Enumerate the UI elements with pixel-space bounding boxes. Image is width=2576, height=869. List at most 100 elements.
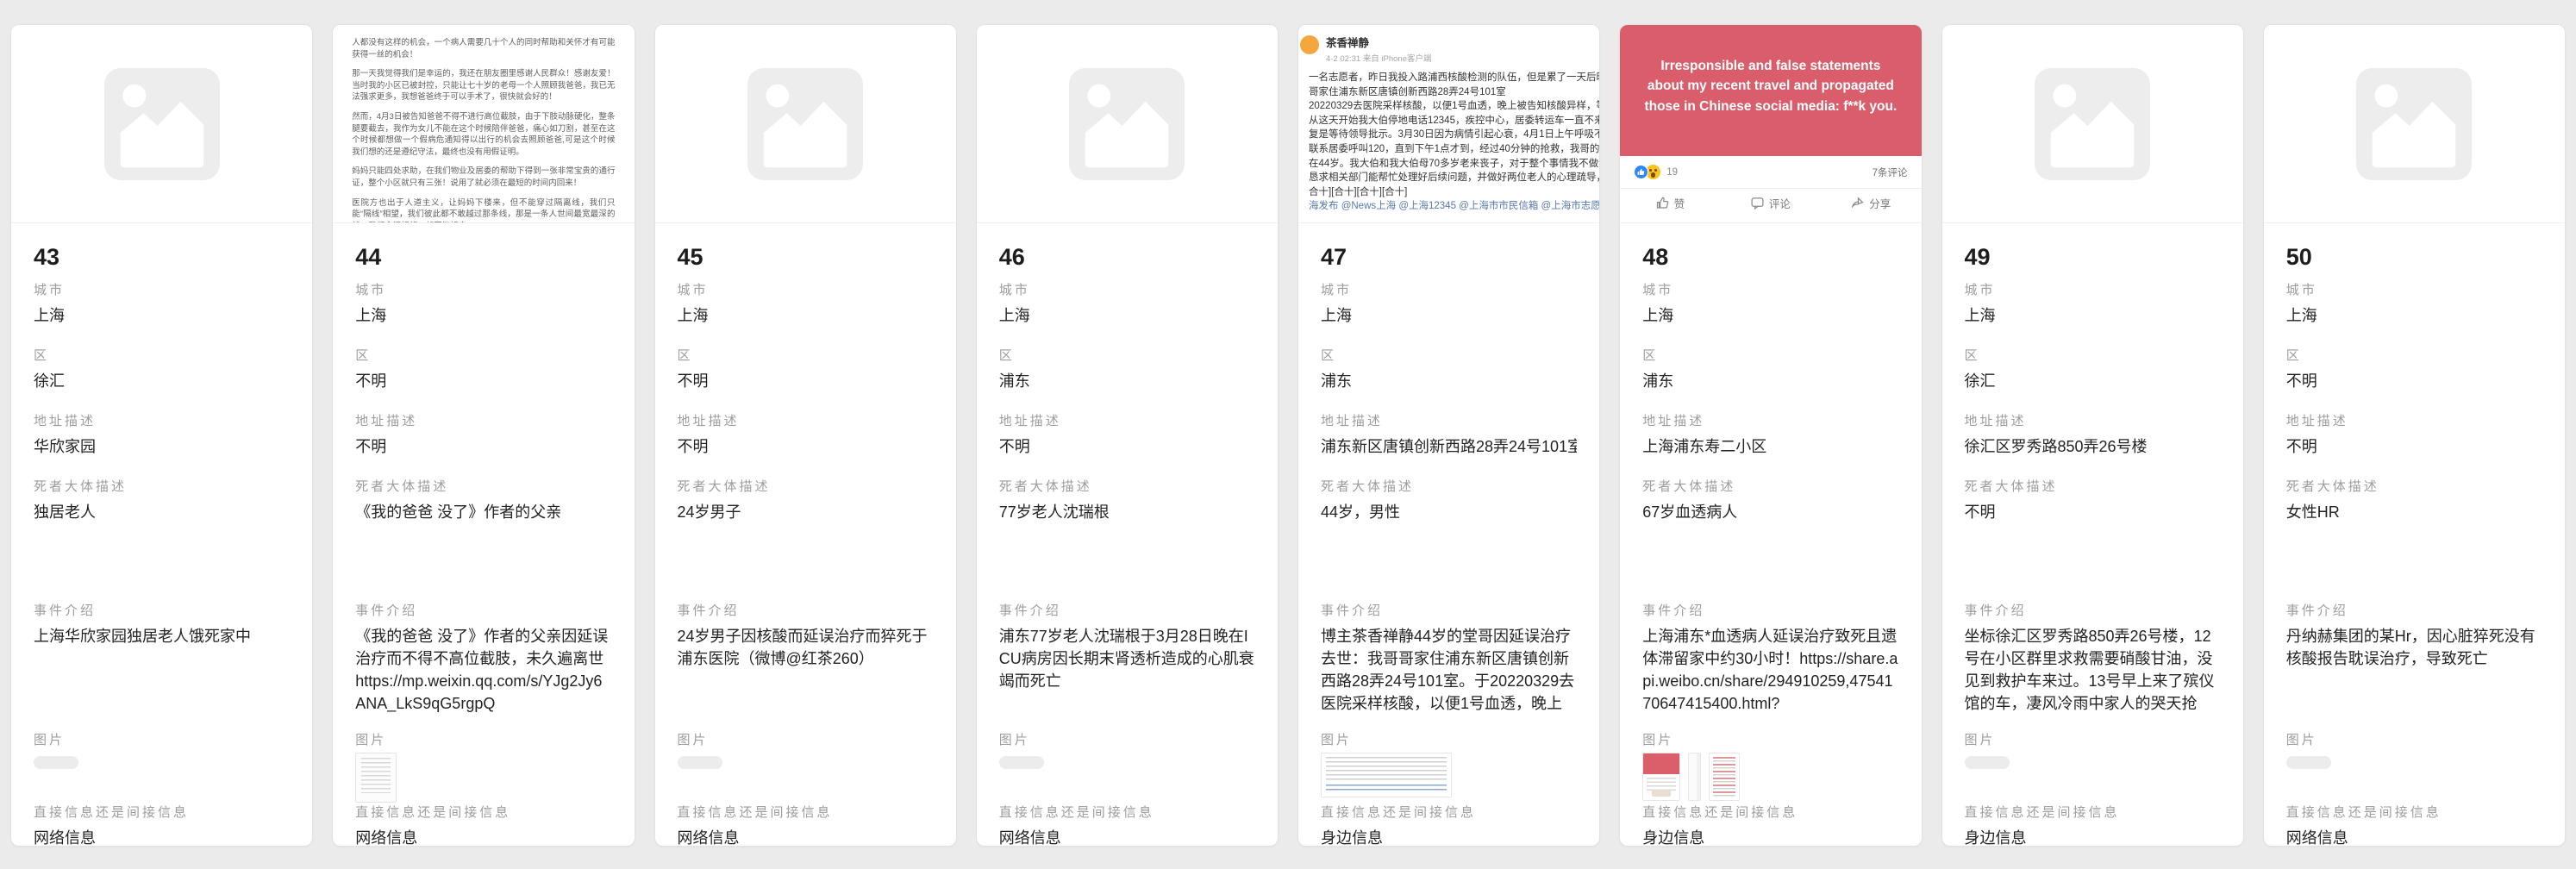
card-fields: 49 城市 上海 区 徐汇 地址描述 徐汇区罗秀路850弄26号楼 死者大体描述… [1942,223,2243,847]
field-label-district: 区 [678,346,934,364]
weibo-text-line: 合十][合十][合十][合十] [1309,185,1599,200]
record-card[interactable]: Irresponsible and false statements about… [1619,24,1922,847]
card-cover: 茶香禅静 4-2 02:31 来自 iPhone客户端 一名志愿者，昨日我投入路… [1298,25,1599,223]
field-label-deceased: 死者大体描述 [1642,477,1898,495]
field-value-address: 华欣家园 [34,435,290,458]
field-label-deceased: 死者大体描述 [355,477,611,495]
field-label-deceased: 死者大体描述 [999,477,1255,495]
thumbnail-pill [2286,756,2331,769]
attachment-thumbnail[interactable] [34,753,290,804]
weibo-screenshot: 茶香禅静 4-2 02:31 来自 iPhone客户端 一名志愿者，昨日我投入路… [1298,25,1599,222]
field-label-direct: 直接信息还是间接信息 [34,803,290,821]
avatar [1300,35,1319,54]
field-label-direct: 直接信息还是间接信息 [355,803,611,821]
field-value-city: 上海 [1321,304,1577,327]
image-placeholder [11,25,312,222]
field-label-address: 地址描述 [678,411,934,429]
field-label-event: 事件介绍 [999,601,1255,619]
attachment-thumbnail[interactable] [2286,753,2542,804]
image-placeholder-icon [1069,68,1185,180]
card-number: 50 [2286,244,2542,271]
article-paragraph: 然而，4月3日被告知爸爸不得不进行高位截肢，由于下肢动脉硬化，整条腿要截去，我作… [352,111,615,158]
record-card[interactable]: 50 城市 上海 区 不明 地址描述 不明 死者大体描述 女性HR 事件介绍 丹… [2263,24,2566,847]
weibo-text-line: 复是等待领导批示。3月30日因为病情引起心衰，4月1日上午呼吸不畅， [1309,128,1599,142]
field-label-deceased: 死者大体描述 [1321,477,1577,495]
card-cover [1942,25,2243,223]
attachment-thumbnail[interactable] [355,753,611,804]
attachment-thumbnail[interactable] [1642,753,1898,804]
field-value-deceased: 44岁，男性 [1321,501,1577,523]
card-number: 43 [34,244,290,271]
field-value-deceased: 女性HR [2286,501,2542,523]
record-card[interactable]: 茶香禅静 4-2 02:31 来自 iPhone客户端 一名志愿者，昨日我投入路… [1297,24,1600,847]
thumbnail-screenshot [1321,753,1452,797]
field-value-city: 上海 [1965,304,2221,327]
attachment-thumbnail[interactable] [1321,753,1577,804]
card-cover: Irresponsible and false statements about… [1620,25,1921,223]
field-label-event: 事件介绍 [34,601,290,619]
card-fields: 45 城市 上海 区 不明 地址描述 不明 死者大体描述 24岁男子 事件介绍 … [655,223,956,847]
field-value-deceased: 67岁血透病人 [1642,501,1898,523]
weibo-timestamp: 4-2 02:31 来自 iPhone客户端 [1326,52,1432,64]
field-label-deceased: 死者大体描述 [34,477,290,495]
field-value-address: 不明 [999,435,1255,458]
thumbnail-narrow-doc [1688,753,1701,801]
records-board: 43 城市 上海 区 徐汇 地址描述 华欣家园 死者大体描述 独居老人 事件介绍… [0,0,2576,869]
attachment-thumbnail[interactable] [678,753,934,804]
attachment-thumbnail[interactable] [999,753,1255,804]
card-number: 45 [678,244,934,271]
field-value-deceased: 独居老人 [34,501,290,523]
field-label-district: 区 [34,346,290,364]
attachment-thumbnail[interactable] [1965,753,2221,804]
field-value-district: 浦东 [1642,370,1898,392]
image-placeholder-icon [104,68,220,180]
field-value-direct: 网络信息 [678,827,934,847]
field-label-image: 图片 [34,730,290,748]
field-label-address: 地址描述 [1965,411,2221,429]
comment-count: 7条评论 [1873,166,1908,179]
field-label-district: 区 [2286,346,2542,364]
record-card[interactable]: 46 城市 上海 区 浦东 地址描述 不明 死者大体描述 77岁老人沈瑞根 事件… [976,24,1279,847]
field-value-direct: 网络信息 [355,827,611,847]
field-label-image: 图片 [1642,730,1898,748]
field-value-deceased: 24岁男子 [678,501,934,523]
card-number: 48 [1642,244,1898,271]
social-post-screenshot: Irresponsible and false statements about… [1620,25,1921,222]
field-label-direct: 直接信息还是间接信息 [1321,803,1577,821]
record-card[interactable]: 43 城市 上海 区 徐汇 地址描述 华欣家园 死者大体描述 独居老人 事件介绍… [10,24,313,847]
post-text: Irresponsible and false statements about… [1641,56,1900,117]
field-value-district: 不明 [678,370,934,392]
field-value-district: 浦东 [1321,370,1577,392]
article-paragraph: 医院方也出于人道主义，让妈妈下楼来，但不能穿过隔离线，我们只能“隔线”相望，我们… [352,197,615,222]
record-card[interactable]: 49 城市 上海 区 徐汇 地址描述 徐汇区罗秀路850弄26号楼 死者大体描述… [1941,24,2244,847]
field-value-district: 不明 [2286,370,2542,392]
card-fields: 43 城市 上海 区 徐汇 地址描述 华欣家园 死者大体描述 独居老人 事件介绍… [11,223,312,847]
field-label-address: 地址描述 [34,411,290,429]
field-label-district: 区 [355,346,611,364]
image-placeholder-icon [2356,68,2472,180]
field-value-deceased: 《我的爸爸 没了》作者的父亲 [355,501,611,523]
thumbnail-red-post [1642,753,1680,801]
field-value-direct: 身边信息 [1321,827,1577,847]
field-value-district: 徐汇 [34,370,290,392]
field-value-direct: 网络信息 [34,827,290,847]
field-value-direct: 身边信息 [1642,827,1898,847]
field-value-city: 上海 [999,304,1255,327]
thumbs-up-reaction-icon [1634,165,1648,179]
field-label-city: 城市 [1321,280,1577,298]
article-screenshot: 人都没有这样的机会，一个病人需要几十个人的同时帮助和关怀才有可能获得一丝的机会！… [333,25,634,222]
card-number: 47 [1321,244,1577,271]
card-cover [977,25,1278,223]
field-label-district: 区 [999,346,1255,364]
article-paragraph: 人都没有这样的机会，一个病人需要几十个人的同时帮助和关怀才有可能获得一丝的机会！ [352,37,615,60]
field-value-city: 上海 [678,304,934,327]
field-label-address: 地址描述 [355,411,611,429]
field-label-image: 图片 [355,730,611,748]
card-cover [2264,25,2565,223]
record-card[interactable]: 45 城市 上海 区 不明 地址描述 不明 死者大体描述 24岁男子 事件介绍 … [654,24,957,847]
field-value-event: 《我的爸爸 没了》作者的父亲因延误治疗而不得不高位截肢，未久遍离世 https:… [355,625,611,715]
field-label-event: 事件介绍 [355,601,611,619]
field-label-image: 图片 [678,730,934,748]
record-card[interactable]: 人都没有这样的机会，一个病人需要几十个人的同时帮助和关怀才有可能获得一丝的机会！… [332,24,635,847]
field-label-image: 图片 [2286,730,2542,748]
